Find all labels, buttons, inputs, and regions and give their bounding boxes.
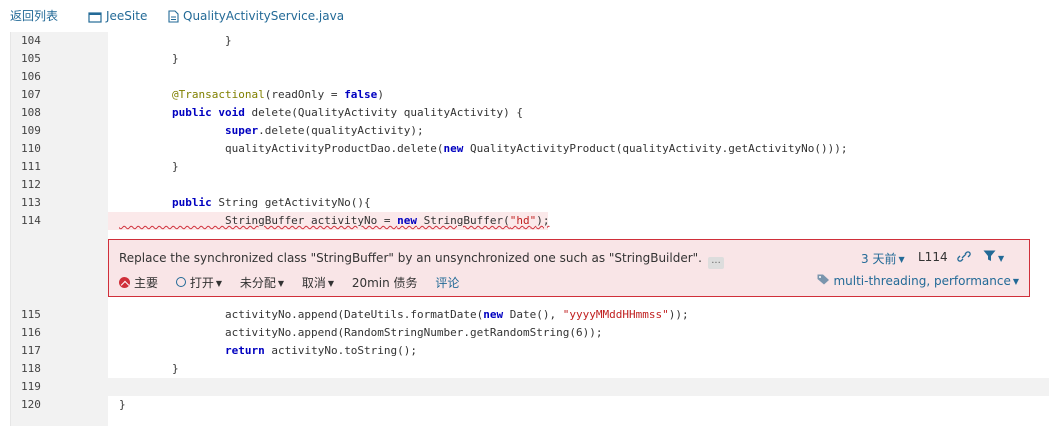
chevron-down-icon: ▼	[998, 254, 1005, 263]
chevron-down-icon: ▼	[327, 279, 335, 288]
chevron-down-icon: ▼	[215, 279, 223, 288]
file-link[interactable]: QualityActivityService.java	[168, 8, 344, 24]
code-text: qualityActivityProductDao.delete(new Qua…	[119, 142, 848, 155]
code-text: }	[119, 34, 232, 47]
code-line: 111 }	[11, 158, 1049, 176]
severity-dropdown[interactable]: 主要	[119, 274, 158, 291]
line-number[interactable]: 114	[21, 212, 61, 230]
tags-dropdown[interactable]: multi-threading, performance ▼	[817, 274, 1019, 288]
code-line: 107 @Transactional(readOnly = false)	[11, 86, 1049, 104]
tags-label: multi-threading, performance	[833, 274, 1011, 288]
link-icon[interactable]	[957, 250, 971, 266]
code-line: 120}	[11, 396, 1049, 414]
code-text: StringBuffer activityNo = new StringBuff…	[119, 214, 550, 227]
code-text: public void delete(QualityActivity quali…	[171, 106, 524, 119]
issue-box: Replace the synchronized class "StringBu…	[108, 239, 1030, 297]
open-status-icon	[175, 277, 186, 287]
code-line: 106	[11, 68, 1049, 86]
line-number[interactable]: 111	[21, 158, 61, 176]
code-viewer: 104 } 105 } 106 107 @Transactional(readO…	[10, 32, 1049, 426]
file-icon	[168, 10, 179, 23]
assignee-label: 未分配	[239, 276, 276, 290]
issue-actions: 主要 打开 ▼ 未分配 ▼ 取消 ▼ 20min 债务 评论	[119, 274, 473, 290]
code-line: 115 activityNo.append(DateUtils.formatDa…	[11, 306, 1049, 324]
project-icon	[88, 12, 102, 23]
line-number[interactable]: 106	[21, 68, 61, 86]
issue-line-ref[interactable]: L114	[918, 250, 948, 264]
line-number[interactable]: 104	[21, 32, 61, 50]
code-line: 118 }	[11, 360, 1049, 378]
code-text: @Transactional(readOnly = false)	[171, 88, 384, 101]
code-text: super.delete(qualityActivity);	[224, 124, 424, 137]
resolution-dropdown[interactable]: 取消 ▼	[302, 274, 334, 291]
severity-label: 主要	[134, 276, 159, 290]
comment-link[interactable]: 评论	[435, 274, 459, 291]
top-bar: 返回列表 JeeSite QualityActivityService.java	[0, 0, 1049, 32]
code-text: }	[119, 398, 126, 411]
issue-message-text: Replace the synchronized class "StringBu…	[119, 251, 702, 265]
line-number[interactable]: 108	[21, 104, 61, 122]
code-text: }	[119, 160, 179, 173]
line-number[interactable]: 119	[21, 378, 61, 396]
code-text: activityNo.append(DateUtils.formatDate(n…	[119, 308, 689, 321]
code-line: 108 public void delete(QualityActivity q…	[11, 104, 1049, 122]
line-number[interactable]: 109	[21, 122, 61, 140]
line-number[interactable]: 107	[21, 86, 61, 104]
issue-message[interactable]: Replace the synchronized class "StringBu…	[119, 251, 724, 269]
code-line-issue: 114 StringBuffer activityNo = new String…	[11, 212, 1049, 230]
effort-label: 20min 债务	[351, 276, 418, 290]
resolution-label: 取消	[301, 276, 326, 290]
file-label: QualityActivityService.java	[183, 9, 345, 23]
major-severity-icon	[119, 277, 130, 288]
code-line-highlighted: 119	[11, 378, 1049, 396]
code-text: }	[119, 52, 179, 65]
line-number[interactable]: 116	[21, 324, 61, 342]
assignee-dropdown[interactable]: 未分配 ▼	[240, 274, 284, 291]
line-number[interactable]: 118	[21, 360, 61, 378]
code-line: 117 return activityNo.toString();	[11, 342, 1049, 360]
status-label: 打开	[189, 276, 214, 290]
line-number[interactable]: 105	[21, 50, 61, 68]
chevron-down-icon: ▼	[1012, 277, 1019, 286]
code-text: return activityNo.toString();	[224, 344, 418, 357]
tag-icon	[817, 274, 829, 285]
line-number[interactable]: 115	[21, 306, 61, 324]
line-number[interactable]: 120	[21, 396, 61, 414]
issue-age[interactable]: 3 天前 ▼	[861, 250, 905, 267]
code-line: 110 qualityActivityProductDao.delete(new…	[11, 140, 1049, 158]
code-line: 112	[11, 176, 1049, 194]
code-text: public String getActivityNo(){	[171, 196, 371, 209]
code-text: }	[119, 362, 179, 375]
code-line: 116 activityNo.append(RandomStringNumber…	[11, 324, 1049, 342]
filter-icon[interactable]: ▼	[983, 250, 1004, 265]
project-link[interactable]: JeeSite	[88, 8, 147, 24]
code-line: 113 public String getActivityNo(){	[11, 194, 1049, 212]
line-number[interactable]: 110	[21, 140, 61, 158]
back-to-list-link[interactable]: 返回列表	[10, 8, 58, 24]
line-number[interactable]: 117	[21, 342, 61, 360]
code-line: 104 }	[11, 32, 1049, 50]
status-dropdown[interactable]: 打开 ▼	[175, 274, 223, 291]
project-label: JeeSite	[106, 9, 148, 23]
chevron-down-icon: ▼	[277, 279, 285, 288]
code-line: 105 }	[11, 50, 1049, 68]
line-number[interactable]: 113	[21, 194, 61, 212]
issue-age-label: 3 天前	[861, 252, 897, 266]
code-text: activityNo.append(RandomStringNumber.get…	[119, 326, 603, 339]
chevron-down-icon: ▼	[898, 255, 905, 264]
line-number[interactable]: 112	[21, 176, 61, 194]
more-icon[interactable]: ...	[708, 256, 724, 269]
code-line: 109 super.delete(qualityActivity);	[11, 122, 1049, 140]
